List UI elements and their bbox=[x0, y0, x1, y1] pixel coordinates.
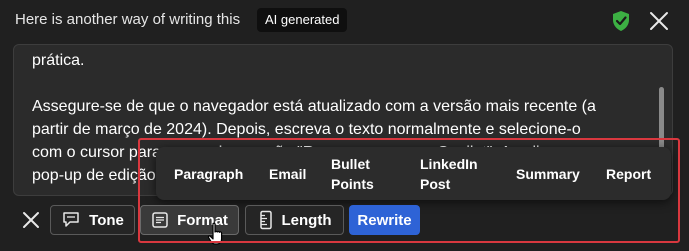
speech-bubble-icon bbox=[63, 212, 79, 227]
text-line: prática. bbox=[32, 52, 85, 69]
text-document-icon bbox=[152, 212, 168, 228]
ruler-icon bbox=[259, 210, 272, 230]
tone-button[interactable]: Tone bbox=[50, 205, 135, 235]
format-option-email[interactable]: Email bbox=[269, 147, 306, 200]
length-label: Length bbox=[281, 211, 332, 229]
format-option-paragraph[interactable]: Paragraph bbox=[174, 147, 243, 200]
close-icon[interactable] bbox=[647, 9, 671, 33]
format-option-bullet-points[interactable]: Bullet Points bbox=[331, 147, 391, 200]
format-options-popup: Paragraph Email Bullet Points LinkedIn P… bbox=[156, 147, 671, 200]
text-line: partir de março de 2024). Depois, escrev… bbox=[32, 121, 581, 138]
format-option-linkedin-post[interactable]: LinkedIn Post bbox=[420, 147, 480, 200]
length-button[interactable]: Length bbox=[245, 205, 344, 235]
close-icon[interactable] bbox=[19, 208, 43, 232]
panel-title: Here is another way of writing this bbox=[15, 11, 241, 28]
ai-generated-badge: AI generated bbox=[257, 8, 348, 32]
tone-label: Tone bbox=[89, 211, 124, 229]
hand-pointer-cursor-icon bbox=[207, 222, 223, 245]
text-line: Assegure-se de que o navegador está atua… bbox=[32, 98, 596, 115]
shield-check-icon bbox=[613, 11, 629, 31]
format-option-summary[interactable]: Summary bbox=[516, 147, 580, 200]
format-option-report[interactable]: Report bbox=[606, 147, 651, 200]
rewrite-panel: Here is another way of writing this AI g… bbox=[0, 0, 689, 251]
rewrite-button[interactable]: Rewrite bbox=[349, 205, 420, 235]
